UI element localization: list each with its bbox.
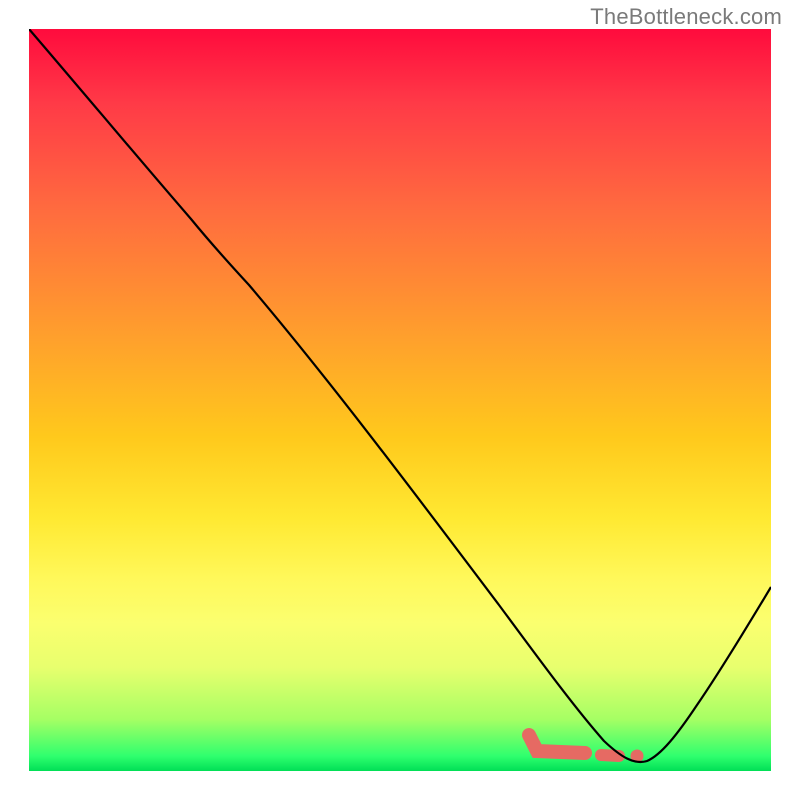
attribution-text: TheBottleneck.com (590, 4, 782, 30)
bottleneck-curve (29, 29, 771, 762)
chart-plot-area (29, 29, 771, 771)
chart-svg (29, 29, 771, 771)
